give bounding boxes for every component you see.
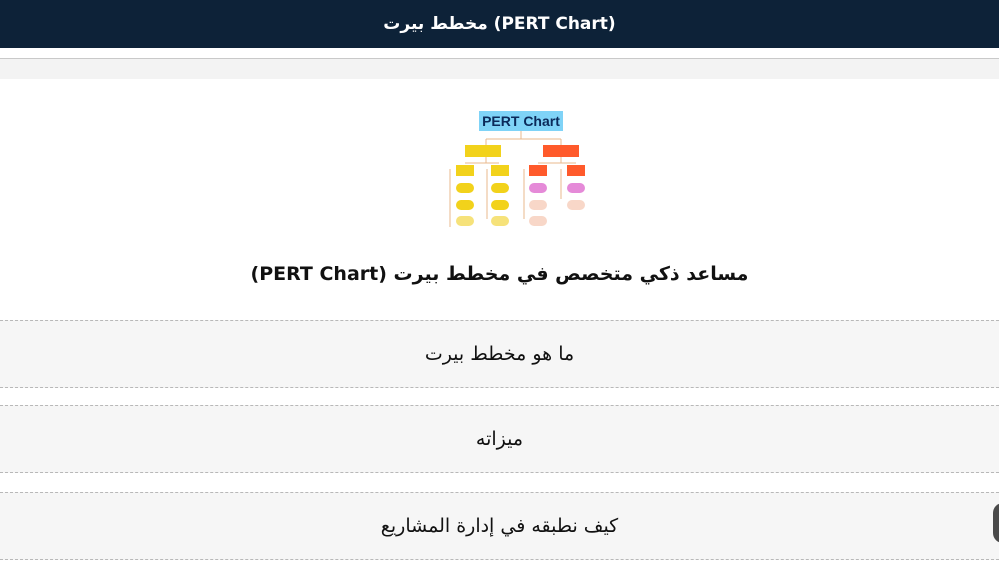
assistant-title: مساعد ذكي متخصص في مخطط بيرت (PERT Chart… [250, 263, 749, 285]
menu-item-how-to-apply[interactable]: كيف نطبقه في إدارة المشاريع [0, 492, 999, 560]
pert-chart-logo: PERT Chart [449, 111, 585, 227]
logo-node [465, 145, 501, 157]
header-divider [0, 48, 999, 59]
menu-item-label: ميزاته [475, 428, 524, 450]
logo-node [529, 165, 547, 176]
logo-node [529, 216, 547, 226]
menu-item-what-is-pert[interactable]: ما هو مخطط بيرت [0, 320, 999, 388]
logo-node [491, 200, 509, 210]
logo-node [456, 183, 474, 193]
app-header: مخطط بيرت (PERT Chart) [0, 0, 999, 48]
side-drawer-handle[interactable] [993, 503, 999, 543]
logo-node [543, 145, 579, 157]
logo-node [529, 200, 547, 210]
logo-node [456, 165, 474, 176]
logo-node [491, 183, 509, 193]
logo-node [529, 183, 547, 193]
logo-node [491, 165, 509, 176]
logo-node [567, 165, 585, 176]
logo-node [567, 200, 585, 210]
menu-item-label: كيف نطبقه في إدارة المشاريع [380, 515, 619, 537]
menu-item-features[interactable]: ميزاته [0, 405, 999, 473]
logo-node [456, 200, 474, 210]
page-title: مخطط بيرت (PERT Chart) [383, 14, 616, 34]
logo-node [456, 216, 474, 226]
logo-node [567, 183, 585, 193]
logo-label: PERT Chart [482, 113, 560, 129]
logo-node [491, 216, 509, 226]
section-spacer [0, 59, 999, 79]
content-card: PERT Chart مساعد ذكي متخصص في مخطط بيرت … [0, 79, 999, 585]
menu-item-label: ما هو مخطط بيرت [424, 343, 575, 365]
